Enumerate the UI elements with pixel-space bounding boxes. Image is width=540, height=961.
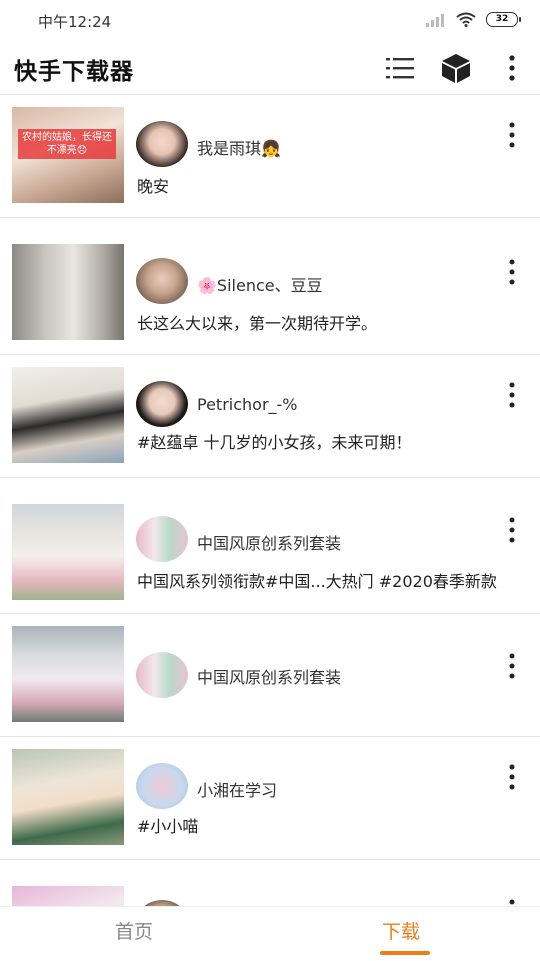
- video-description: 长这么大以来，第一次期待开学。: [137, 314, 378, 333]
- item-more-icon[interactable]: [502, 381, 522, 409]
- author-name: 小湘在学习: [197, 781, 278, 800]
- avatar[interactable]: [136, 763, 188, 809]
- video-description: #赵蕴卓 十几岁的小女孩，未来可期！: [137, 433, 412, 452]
- author-name: Petrichor_-%: [197, 395, 298, 414]
- box-icon[interactable]: [440, 52, 472, 84]
- video-item[interactable]: 农村的姑娘，长得还不漂亮😞 我是雨琪👧 晚安: [0, 95, 540, 218]
- app-title: 快手下载器: [14, 59, 134, 85]
- video-thumbnail[interactable]: [12, 367, 124, 463]
- video-list[interactable]: 农村的姑娘，长得还不漂亮😞 我是雨琪👧 晚安 🌸Silence、豆豆 长这么大以…: [0, 94, 540, 907]
- wifi-icon: [456, 12, 476, 27]
- avatar[interactable]: [136, 652, 188, 698]
- avatar[interactable]: [136, 258, 188, 304]
- item-more-icon[interactable]: [502, 652, 522, 680]
- video-description: 中国风系列领衔款#中国...大热门 #2020春季新款: [137, 572, 497, 591]
- item-more-icon[interactable]: [502, 258, 522, 286]
- video-thumbnail[interactable]: [12, 626, 124, 722]
- more-options-icon[interactable]: [496, 52, 528, 84]
- video-thumbnail[interactable]: [12, 886, 124, 907]
- video-item[interactable]: 中国风原创系列套装: [0, 614, 540, 737]
- bottom-nav: 首页 下载: [0, 906, 540, 961]
- thumbnail-caption: 农村的姑娘，长得还不漂亮😞: [18, 129, 116, 159]
- avatar[interactable]: [136, 121, 188, 167]
- item-more-icon[interactable]: [502, 516, 522, 544]
- battery-icon: 32: [486, 12, 521, 27]
- author-name: 我是雨琪👧: [197, 139, 281, 158]
- video-thumbnail[interactable]: 农村的姑娘，长得还不漂亮😞: [12, 107, 124, 203]
- video-item[interactable]: 🌸Silence、豆豆 长这么大以来，第一次期待开学。: [0, 218, 540, 355]
- signal-icon: [426, 13, 444, 27]
- status-time: 中午12:24: [38, 13, 112, 31]
- video-item[interactable]: Petrichor_-% #赵蕴卓 十几岁的小女孩，未来可期！: [0, 355, 540, 478]
- video-description: 晚安: [137, 177, 170, 196]
- video-item[interactable]: 小湘在学习 #小小喵: [0, 737, 540, 860]
- video-item[interactable]: [0, 860, 540, 907]
- item-more-icon[interactable]: [502, 121, 522, 149]
- avatar[interactable]: [136, 516, 188, 562]
- video-description: #小小喵: [137, 817, 199, 836]
- item-more-icon[interactable]: [502, 763, 522, 791]
- tab-home[interactable]: 首页: [115, 917, 153, 944]
- app-bar: 快手下载器: [0, 40, 540, 94]
- list-view-icon[interactable]: [384, 52, 416, 84]
- active-tab-indicator: [380, 951, 430, 955]
- avatar[interactable]: [136, 381, 188, 427]
- status-icons: 32: [426, 12, 521, 27]
- video-thumbnail[interactable]: [12, 504, 124, 600]
- tab-download[interactable]: 下载: [382, 917, 420, 944]
- video-item[interactable]: 中国风原创系列套装 中国风系列领衔款#中国...大热门 #2020春季新款: [0, 478, 540, 614]
- video-thumbnail[interactable]: [12, 244, 124, 340]
- status-bar: 中午12:24 32: [0, 0, 540, 40]
- author-name: 中国风原创系列套装: [197, 668, 342, 687]
- author-name: 中国风原创系列套装: [197, 534, 342, 553]
- video-thumbnail[interactable]: [12, 749, 124, 845]
- author-name: 🌸Silence、豆豆: [197, 276, 323, 295]
